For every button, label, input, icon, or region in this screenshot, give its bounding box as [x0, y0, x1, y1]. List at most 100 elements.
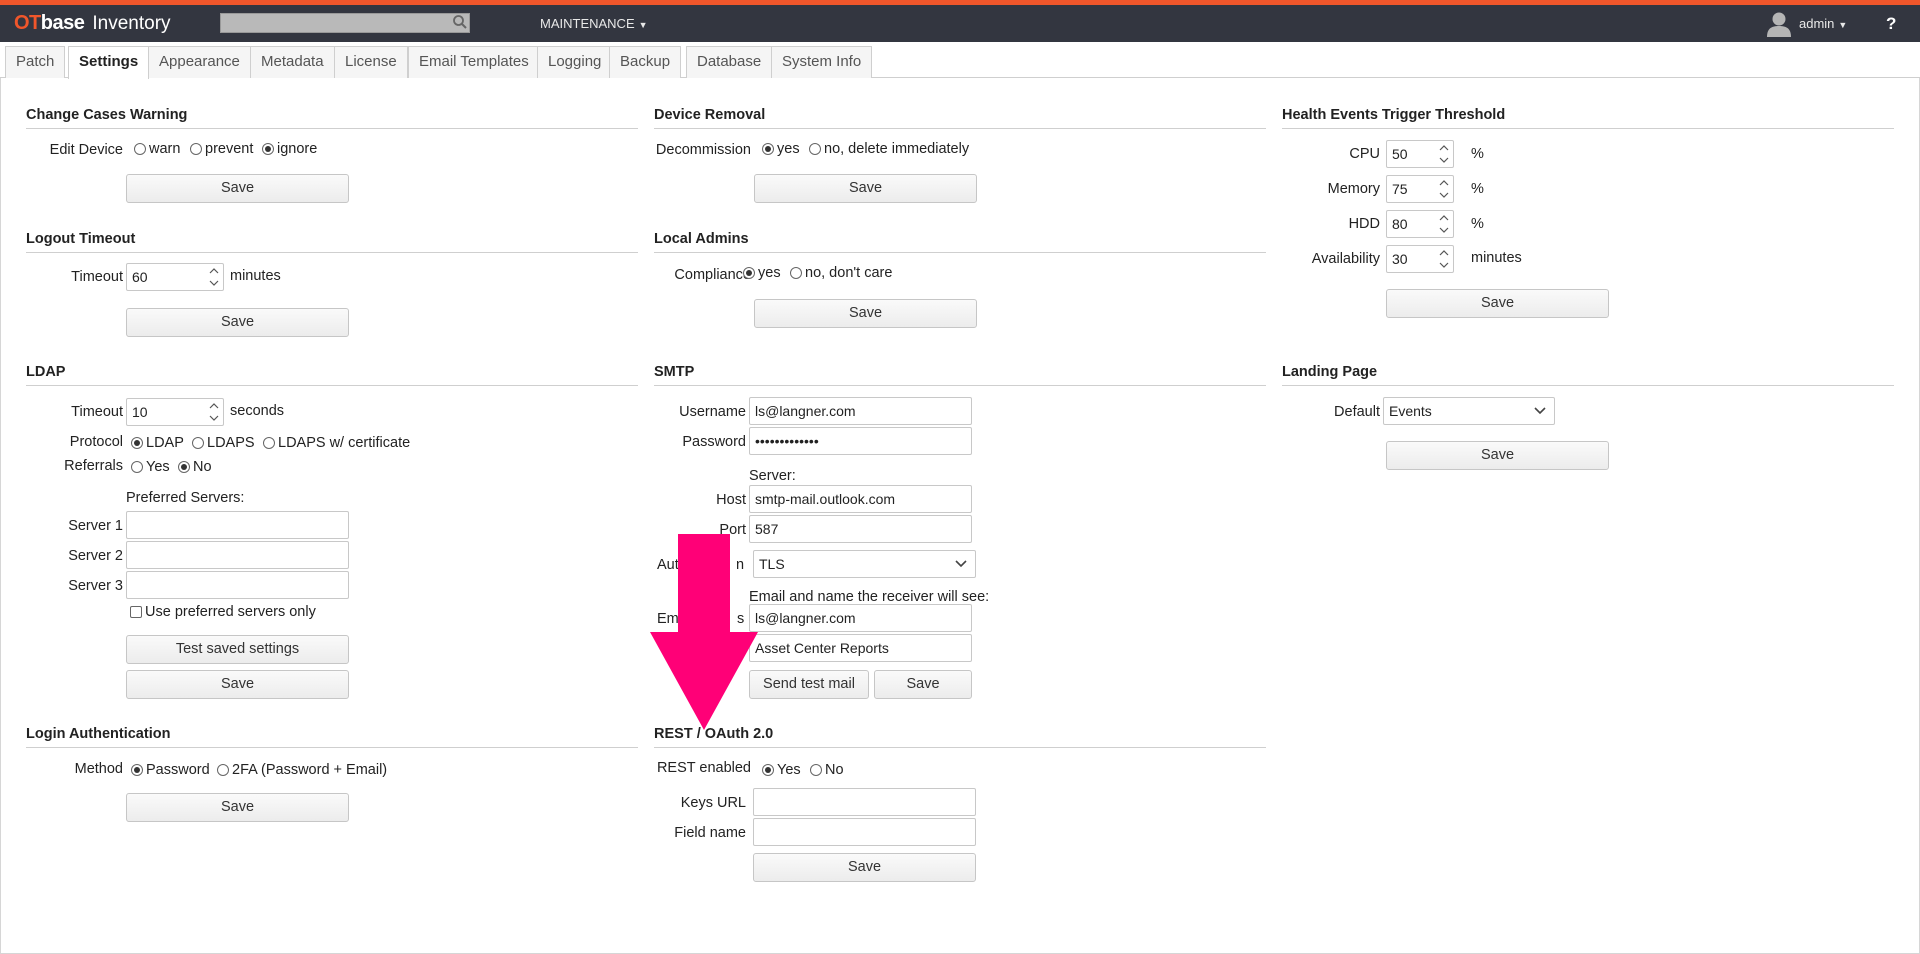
rest-yes-radio[interactable]: Yes [762, 762, 801, 778]
rest-save-button[interactable]: Save [753, 853, 976, 882]
login-method-label: Method [74, 761, 123, 777]
memory-threshold-input[interactable]: 75 [1386, 175, 1454, 203]
smtp-port-input[interactable]: 587 [749, 515, 972, 543]
spinner-arrows-icon[interactable] [209, 266, 219, 288]
smtp-host-input[interactable]: smtp-mail.outlook.com [749, 485, 972, 513]
rest-enabled-label: REST enabled [656, 760, 751, 776]
referrals-no-radio[interactable]: No [178, 459, 212, 475]
preferred-only-checkbox[interactable]: Use preferred servers only [130, 604, 316, 620]
protocol-ldap-radio[interactable]: LDAP [131, 435, 184, 451]
server3-input[interactable] [126, 571, 349, 599]
app-logo[interactable]: OTbase Inventory [14, 11, 171, 36]
landing-default-select[interactable]: Events [1383, 397, 1555, 425]
keys-url-input[interactable] [753, 788, 976, 816]
help-icon[interactable]: ? [1886, 14, 1896, 34]
search-icon[interactable] [452, 14, 468, 30]
smtp-sender-email-input[interactable]: ls@langner.com [749, 604, 972, 632]
smtp-auth-select[interactable]: TLS [753, 550, 976, 578]
local-admins-save-button[interactable]: Save [754, 299, 977, 328]
logout-timeout-unit: minutes [230, 268, 281, 284]
logout-timeout-save-button[interactable]: Save [126, 308, 349, 337]
availability-threshold-input[interactable]: 30 [1386, 245, 1454, 273]
protocol-ldaps-cert-radio[interactable]: LDAPS w/ certificate [263, 435, 410, 451]
rest-no-radio[interactable]: No [810, 762, 844, 778]
user-menu[interactable]: admin ▼ [1799, 16, 1847, 31]
smtp-password-label: Password [682, 434, 746, 450]
decommission-no-radio[interactable]: no, delete immediately [809, 141, 969, 157]
edit-device-prevent-radio[interactable]: prevent [190, 141, 253, 157]
logout-timeout-input[interactable]: 60 [126, 263, 224, 291]
ldap-title: LDAP [26, 364, 638, 386]
spinner-arrows-icon[interactable] [1439, 213, 1449, 235]
tab-backup[interactable]: Backup [609, 46, 682, 78]
spinner-arrows-icon[interactable] [1439, 248, 1449, 270]
spinner-arrows-icon[interactable] [1439, 143, 1449, 165]
cpu-threshold-input[interactable]: 50 [1386, 140, 1454, 168]
global-search-input[interactable] [220, 13, 470, 33]
smtp-save-button[interactable]: Save [874, 670, 972, 699]
login-auth-save-button[interactable]: Save [126, 793, 349, 822]
tab-database[interactable]: Database [686, 46, 773, 78]
ldap-test-button[interactable]: Test saved settings [126, 635, 349, 664]
maintenance-menu-label: MAINTENANCE [540, 16, 635, 31]
landing-default-label: Default [1334, 404, 1380, 420]
smtp-sender-name-input[interactable]: Asset Center Reports [749, 634, 972, 662]
ldap-timeout-label: Timeout [71, 404, 123, 420]
server2-input[interactable] [126, 541, 349, 569]
tab-license[interactable]: License [334, 46, 408, 78]
spinner-arrows-icon[interactable] [209, 401, 219, 423]
device-removal-title: Device Removal [654, 107, 1266, 129]
hdd-threshold-input[interactable]: 80 [1386, 210, 1454, 238]
method-password-radio[interactable]: Password [131, 762, 210, 778]
ldap-referrals-label: Referrals [64, 458, 123, 474]
memory-unit: % [1471, 181, 1484, 197]
smtp-send-test-button[interactable]: Send test mail [749, 670, 869, 699]
smtp-title: SMTP [654, 364, 1266, 386]
local-admins-title: Local Admins [654, 231, 1266, 253]
tab-patch[interactable]: Patch [5, 46, 66, 78]
user-menu-label: admin [1799, 16, 1835, 31]
cpu-label: CPU [1349, 146, 1380, 162]
field-name-input[interactable] [753, 818, 976, 846]
smtp-auth-label-start: Aut [657, 557, 679, 573]
device-removal-save-button[interactable]: Save [754, 174, 977, 203]
rest-title: REST / OAuth 2.0 [654, 726, 1266, 748]
method-2fa-radio[interactable]: 2FA (Password + Email) [217, 762, 387, 778]
server1-input[interactable] [126, 511, 349, 539]
smtp-port-label: Port [719, 522, 746, 538]
health-save-button[interactable]: Save [1386, 289, 1609, 318]
protocol-ldaps-radio[interactable]: LDAPS [192, 435, 255, 451]
logo-ot: OT [14, 12, 41, 34]
health-title: Health Events Trigger Threshold [1282, 107, 1894, 129]
change-cases-save-button[interactable]: Save [126, 174, 349, 203]
compliance-yes-radio[interactable]: yes [743, 265, 781, 281]
smtp-password-input[interactable]: ••••••••••••• [749, 427, 972, 455]
tab-settings[interactable]: Settings [68, 46, 150, 79]
decommission-yes-radio[interactable]: yes [762, 141, 800, 157]
tab-email-templates[interactable]: Email Templates [408, 46, 540, 78]
server1-label: Server 1 [68, 518, 123, 534]
settings-tabs: Patch Settings Appearance Metadata Licen… [0, 42, 1920, 79]
ldap-save-button[interactable]: Save [126, 670, 349, 699]
tab-metadata[interactable]: Metadata [250, 46, 335, 78]
maintenance-menu[interactable]: MAINTENANCE ▼ [540, 16, 648, 31]
change-cases-title: Change Cases Warning [26, 107, 638, 129]
tab-logging[interactable]: Logging [537, 46, 613, 78]
edit-device-ignore-radio[interactable]: ignore [262, 141, 317, 157]
spinner-arrows-icon[interactable] [1439, 178, 1449, 200]
preferred-servers-label: Preferred Servers: [126, 490, 245, 506]
user-avatar-icon[interactable] [1766, 10, 1792, 38]
ldap-timeout-input[interactable]: 10 [126, 398, 224, 426]
referrals-yes-radio[interactable]: Yes [131, 459, 170, 475]
compliance-no-radio[interactable]: no, don't care [790, 265, 892, 281]
server2-label: Server 2 [68, 548, 123, 564]
edit-device-warn-radio[interactable]: warn [134, 141, 180, 157]
hdd-unit: % [1471, 216, 1484, 232]
tab-system-info[interactable]: System Info [771, 46, 873, 78]
chevron-down-icon [1534, 407, 1546, 415]
smtp-username-input[interactable]: ls@langner.com [749, 397, 972, 425]
app-name: Inventory [92, 13, 171, 34]
landing-save-button[interactable]: Save [1386, 441, 1609, 470]
edit-device-label: Edit Device [49, 142, 123, 158]
tab-appearance[interactable]: Appearance [148, 46, 251, 78]
